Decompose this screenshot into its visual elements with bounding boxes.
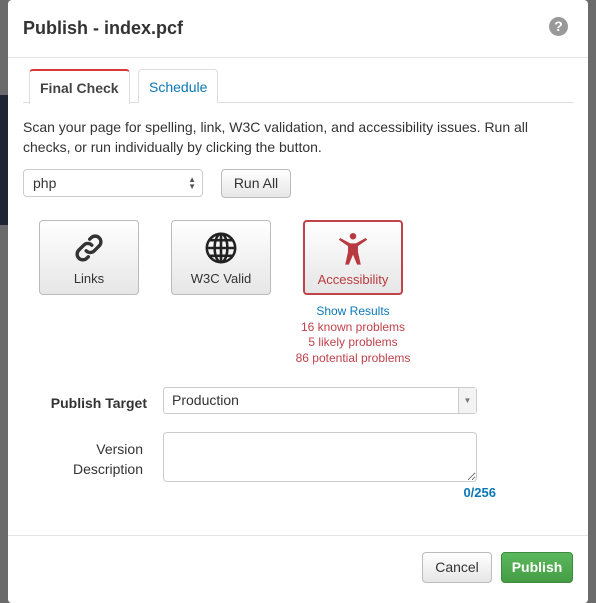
tab-schedule[interactable]: Schedule (138, 69, 218, 103)
publish-target-select[interactable]: Production ▼ (163, 387, 477, 414)
globe-icon (205, 232, 237, 264)
accessibility-results: Show Results 16 known problems 5 likely … (273, 304, 433, 366)
publish-dialog: Publish - index.pcf ? Final Check Schedu… (8, 0, 588, 603)
likely-problems: 5 likely problems (308, 335, 398, 349)
potential-problems: 86 potential problems (295, 350, 411, 365)
chevron-down-icon: ▼ (458, 388, 476, 413)
accessibility-icon (338, 232, 368, 265)
select-arrows-icon: ▲ ▼ (188, 175, 196, 191)
version-description-input[interactable] (163, 432, 477, 482)
language-select[interactable]: php ▲ ▼ (23, 169, 203, 197)
dialog-header: Publish - index.pcf ? (8, 0, 588, 58)
known-problems: 16 known problems (300, 319, 406, 334)
w3c-check-button[interactable]: W3C Valid (171, 220, 271, 295)
version-label-line2: Description (72, 461, 143, 477)
intro-text: Scan your page for spelling, link, W3C v… (23, 119, 529, 155)
links-check-button[interactable]: Links (39, 220, 139, 295)
publish-target-label: Publish Target (50, 395, 147, 411)
char-count: 0/256 (463, 485, 496, 500)
cancel-button[interactable]: Cancel (422, 552, 492, 583)
version-label-line1: Version (96, 441, 143, 457)
tab-bar: Final Check Schedule (23, 69, 573, 104)
dialog-footer: Cancel Publish (8, 535, 588, 603)
publish-target-value: Production (172, 392, 239, 408)
show-results-link[interactable]: Show Results (273, 304, 433, 320)
links-label: Links (73, 271, 105, 286)
help-icon[interactable]: ? (549, 17, 568, 36)
w3c-label: W3C Valid (190, 271, 252, 286)
publish-button[interactable]: Publish (501, 552, 573, 583)
dialog-title: Publish - index.pcf (23, 18, 184, 38)
tab-final-check[interactable]: Final Check (29, 69, 130, 104)
background-page (0, 95, 8, 225)
run-all-button[interactable]: Run All (221, 169, 291, 198)
link-icon (75, 234, 103, 262)
accessibility-check-button[interactable]: Accessibility (303, 220, 403, 295)
accessibility-label: Accessibility (317, 272, 389, 287)
version-description-label: Version Description (28, 439, 143, 479)
language-select-value: php (33, 175, 57, 191)
